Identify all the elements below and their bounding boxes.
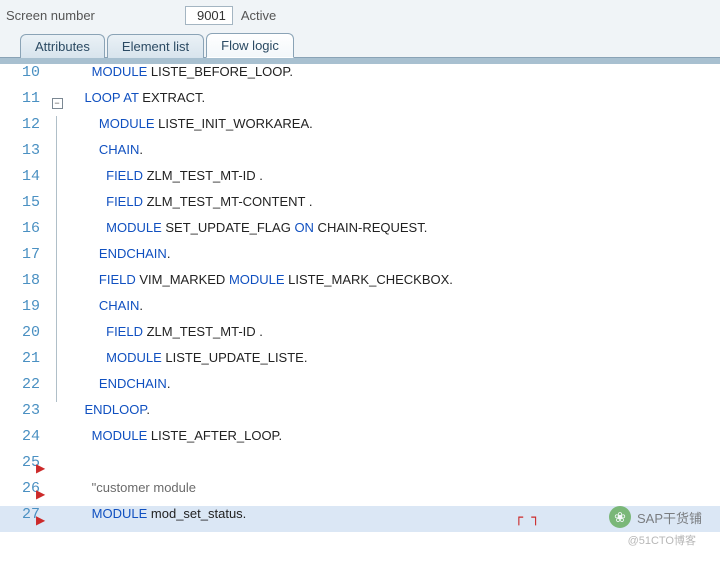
fold-gutter	[48, 428, 66, 454]
line-number: 15	[0, 194, 48, 220]
bracket-marker-icon: ┌ ┐	[515, 510, 540, 526]
code-text: MODULE LISTE_BEFORE_LOOP.	[66, 64, 293, 90]
code-text: MODULE mod_set_status.	[66, 506, 246, 532]
fold-gutter	[48, 324, 66, 350]
fold-gutter	[48, 246, 66, 272]
change-marker-icon: ▶	[36, 487, 45, 501]
fold-gutter	[48, 220, 66, 246]
code-area[interactable]: 10 MODULE LISTE_BEFORE_LOOP.11− LOOP AT …	[0, 64, 720, 562]
line-number: 16	[0, 220, 48, 246]
code-line[interactable]: 21 MODULE LISTE_UPDATE_LISTE.	[0, 350, 720, 376]
line-number: 21	[0, 350, 48, 376]
code-text: ENDLOOP.	[66, 402, 150, 428]
watermark: ❀ SAP干货铺	[609, 506, 702, 528]
change-marker-icon: ▶	[36, 513, 45, 527]
code-text: FIELD VIM_MARKED MODULE LISTE_MARK_CHECK…	[66, 272, 453, 298]
top-bar: Screen number 9001 Active	[0, 0, 720, 30]
line-number: 11	[0, 90, 48, 116]
fold-gutter	[48, 298, 66, 324]
fold-gutter	[48, 454, 66, 480]
fold-toggle-icon[interactable]: −	[52, 98, 63, 109]
code-line[interactable]: 10 MODULE LISTE_BEFORE_LOOP.	[0, 64, 720, 90]
line-number: 12	[0, 116, 48, 142]
code-line[interactable]: 11− LOOP AT EXTRACT.	[0, 90, 720, 116]
screen-number-input[interactable]: 9001	[185, 6, 233, 25]
code-text: CHAIN.	[66, 142, 143, 168]
code-line[interactable]: 25▶	[0, 454, 720, 480]
line-number: 24	[0, 428, 48, 454]
code-text: FIELD ZLM_TEST_MT-CONTENT .	[66, 194, 312, 220]
editor: 10 MODULE LISTE_BEFORE_LOOP.11− LOOP AT …	[0, 58, 720, 562]
line-number: 13	[0, 142, 48, 168]
change-marker-icon: ▶	[36, 461, 45, 475]
code-text: ENDCHAIN.	[66, 246, 170, 272]
fold-gutter	[48, 64, 66, 90]
code-text: FIELD ZLM_TEST_MT-ID .	[66, 168, 263, 194]
fold-gutter	[48, 116, 66, 142]
fold-gutter	[48, 142, 66, 168]
code-text: LOOP AT EXTRACT.	[66, 90, 205, 116]
fold-gutter	[48, 194, 66, 220]
screen-status: Active	[241, 8, 276, 23]
line-number: 14	[0, 168, 48, 194]
code-line[interactable]: 20 FIELD ZLM_TEST_MT-ID .	[0, 324, 720, 350]
code-line[interactable]: 14 FIELD ZLM_TEST_MT-ID .	[0, 168, 720, 194]
code-text: "customer module	[66, 480, 196, 506]
code-line[interactable]: 18 FIELD VIM_MARKED MODULE LISTE_MARK_CH…	[0, 272, 720, 298]
code-line[interactable]: 16 MODULE SET_UPDATE_FLAG ON CHAIN-REQUE…	[0, 220, 720, 246]
line-number: 18	[0, 272, 48, 298]
code-line[interactable]: 19 CHAIN.	[0, 298, 720, 324]
watermark-sub: @51CTO博客	[628, 532, 696, 548]
code-line[interactable]: 22 ENDCHAIN.	[0, 376, 720, 402]
wechat-icon: ❀	[609, 506, 631, 528]
code-text: MODULE LISTE_INIT_WORKAREA.	[66, 116, 313, 142]
watermark-text: SAP干货铺	[637, 508, 702, 527]
code-text: CHAIN.	[66, 298, 143, 324]
fold-gutter	[48, 168, 66, 194]
tab-strip: AttributesElement listFlow logic	[0, 30, 720, 58]
code-text: MODULE SET_UPDATE_FLAG ON CHAIN-REQUEST.	[66, 220, 427, 246]
line-number: 20	[0, 324, 48, 350]
code-text: ENDCHAIN.	[66, 376, 170, 402]
code-text: FIELD ZLM_TEST_MT-ID .	[66, 324, 263, 350]
code-line[interactable]: 15 FIELD ZLM_TEST_MT-CONTENT .	[0, 194, 720, 220]
tab-flow-logic[interactable]: Flow logic	[206, 33, 294, 58]
code-line[interactable]: 12 MODULE LISTE_INIT_WORKAREA.	[0, 116, 720, 142]
fold-gutter	[48, 480, 66, 506]
line-number: 10	[0, 64, 48, 90]
code-line[interactable]: 23 ENDLOOP.	[0, 402, 720, 428]
line-number: 22	[0, 376, 48, 402]
line-number: 19	[0, 298, 48, 324]
tab-element-list[interactable]: Element list	[107, 34, 204, 58]
code-line[interactable]: 24 MODULE LISTE_AFTER_LOOP.	[0, 428, 720, 454]
code-text: MODULE LISTE_AFTER_LOOP.	[66, 428, 282, 454]
line-number: 17	[0, 246, 48, 272]
tab-attributes[interactable]: Attributes	[20, 34, 105, 58]
fold-gutter: −	[48, 90, 66, 116]
fold-gutter	[48, 506, 66, 532]
fold-gutter	[48, 376, 66, 402]
screen-number-label: Screen number	[6, 8, 95, 23]
line-number: 23	[0, 402, 48, 428]
fold-gutter	[48, 402, 66, 428]
code-text: MODULE LISTE_UPDATE_LISTE.	[66, 350, 307, 376]
code-line[interactable]: 26▶ "customer module	[0, 480, 720, 506]
code-line[interactable]: 13 CHAIN.	[0, 142, 720, 168]
code-line[interactable]: 17 ENDCHAIN.	[0, 246, 720, 272]
fold-gutter	[48, 350, 66, 376]
fold-gutter	[48, 272, 66, 298]
code-text	[66, 454, 70, 480]
